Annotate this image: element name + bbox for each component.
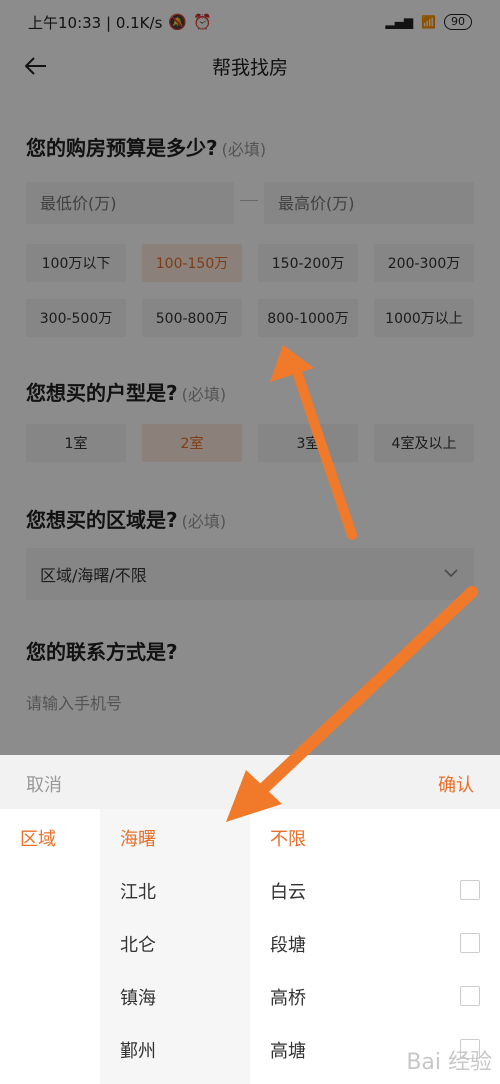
picker-item-subarea-selected[interactable]: 不限 — [270, 825, 306, 851]
subarea-checkbox[interactable] — [460, 986, 480, 1006]
picker-item-subarea[interactable]: 白云 — [270, 878, 306, 904]
picker-item-subarea[interactable]: 高塘 — [270, 1037, 306, 1063]
cancel-button[interactable]: 取消 — [26, 771, 62, 797]
picker-item-category[interactable]: 区域 — [20, 825, 56, 851]
picker-item-district[interactable]: 江北 — [120, 878, 156, 904]
picker-item-district[interactable]: 鄞州 — [120, 1037, 156, 1063]
picker-item-subarea[interactable]: 段塘 — [270, 931, 306, 957]
picker-column-category: 区域 — [0, 809, 100, 1084]
confirm-button[interactable]: 确认 — [438, 771, 474, 797]
picker-item-district-selected[interactable]: 海曙 — [120, 825, 156, 851]
subarea-checkbox[interactable] — [460, 880, 480, 900]
subarea-checkbox[interactable] — [460, 933, 480, 953]
picker-header: 取消 确认 — [0, 755, 500, 809]
picker-column-district: 海曙 江北 北仑 镇海 鄞州 — [100, 809, 250, 1084]
picker-column-subarea: 不限 白云 段塘 高桥 高塘 — [250, 809, 500, 1084]
modal-overlay[interactable] — [0, 0, 500, 755]
picker-item-subarea[interactable]: 高桥 — [270, 984, 306, 1010]
picker-item-district[interactable]: 镇海 — [120, 984, 156, 1010]
picker-item-district[interactable]: 北仑 — [120, 931, 156, 957]
watermark: Bai 经验 — [406, 1050, 492, 1075]
